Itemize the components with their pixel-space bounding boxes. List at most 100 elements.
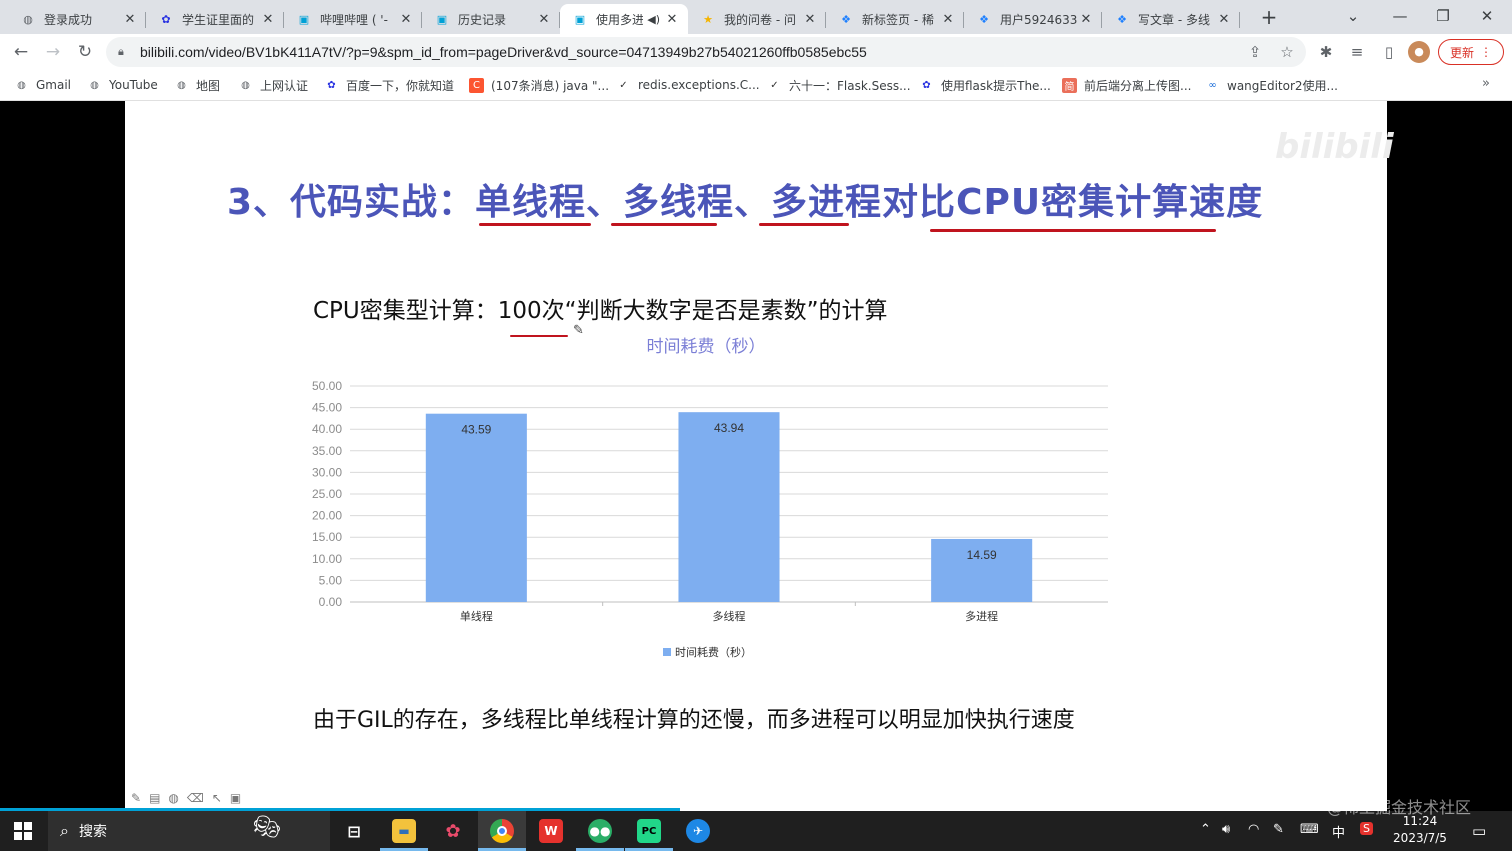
volume-icon[interactable]: 🔊︎: [1222, 822, 1230, 837]
close-tab-icon[interactable]: ✕: [260, 11, 276, 27]
notification-icon[interactable]: ▭: [1472, 822, 1486, 840]
bookmark-item[interactable]: ✿ 百度一下，你就知道: [324, 76, 454, 94]
bookmarks-bar: ◍ Gmail ◍ YouTube ◍ 地图 ◍ 上网认证 ✿ 百度一下，你就知道 C (107条消息…: [0, 70, 1512, 101]
bookmark-item[interactable]: ◍ 地图: [174, 76, 220, 94]
close-tab-icon[interactable]: ✕: [398, 11, 414, 27]
restore-button[interactable]: ❐: [1428, 4, 1458, 28]
profile-avatar[interactable]: ●: [1408, 41, 1430, 63]
y-tick-label: 40.00: [312, 422, 342, 436]
feishu-icon[interactable]: ✈: [686, 819, 710, 843]
slide-frame: bilibili 3、代码实战：单线程、多线程、多进程对比CPU密集计算速度 C…: [125, 101, 1394, 811]
slide-subtitle: CPU密集型计算：100次“判断大数字是否是素数”的计算: [313, 298, 888, 324]
network-icon[interactable]: ◠: [1248, 822, 1259, 837]
screen-tool-icon[interactable]: ▣: [230, 791, 241, 805]
data-label: 43.94: [714, 421, 744, 435]
close-tab-icon[interactable]: ✕: [1078, 11, 1094, 27]
pen-workspace-icon[interactable]: ✎: [1273, 822, 1284, 837]
baidu-paw-icon: ✿: [161, 12, 171, 26]
bookmarks-overflow-icon[interactable]: »: [1482, 76, 1490, 91]
browser-tab[interactable]: ❖ 用户5924633 ✕: [964, 4, 1102, 34]
globe-icon: ◍: [23, 12, 33, 26]
tab-separator: [1239, 12, 1240, 28]
audio-playing-icon[interactable]: ◀︎): [647, 13, 660, 26]
extensions-puzzle-icon[interactable]: ✱: [1314, 40, 1338, 64]
bookmark-item[interactable]: ◍ 上网认证: [238, 76, 308, 94]
bird-icon: ✓: [619, 79, 628, 91]
wps-icon[interactable]: W: [539, 819, 563, 843]
close-window-button[interactable]: ✕: [1472, 4, 1502, 28]
bookmark-item[interactable]: ✓ redis.exceptions.C...: [616, 76, 759, 94]
clock-date: 2023/7/5: [1393, 831, 1447, 845]
task-view-icon[interactable]: ⊟: [342, 819, 366, 843]
search-highlight-icon: 🎭︎: [253, 815, 281, 840]
pointer-tool-icon[interactable]: ↖: [212, 791, 222, 805]
bookmark-item[interactable]: ◍ YouTube: [87, 76, 158, 94]
close-tab-icon[interactable]: ✕: [802, 11, 818, 27]
tray-overflow-icon[interactable]: ⌃: [1200, 822, 1211, 837]
globe-icon: ◍: [90, 79, 99, 91]
paint-icon[interactable]: ✿: [441, 819, 465, 843]
x-category-label: 多线程: [713, 609, 746, 623]
chrome-icon[interactable]: [490, 819, 514, 843]
eraser-tool-icon[interactable]: ⌫: [187, 791, 204, 805]
x-category-label: 多进程: [965, 609, 998, 623]
ime-indicator[interactable]: 中: [1332, 822, 1345, 841]
bookmark-item[interactable]: ✿ 使用flask提示The...: [919, 76, 1051, 94]
y-tick-label: 20.00: [312, 509, 342, 523]
wechat-icon[interactable]: ●●: [588, 819, 612, 843]
infinity-icon: ∞: [1208, 79, 1217, 91]
close-tab-icon[interactable]: ✕: [122, 11, 138, 27]
browser-tab[interactable]: ✿ 学生证里面的 ✕: [146, 4, 284, 34]
bookmark-item[interactable]: 简前后端分离上传图...: [1062, 76, 1191, 94]
globe-icon: ◍: [177, 79, 186, 91]
legend-label: 时间耗费（秒）: [675, 645, 752, 659]
browser-tab[interactable]: ▣ 使用多进 ◀︎) ✕: [560, 4, 688, 34]
close-tab-icon[interactable]: ✕: [1216, 11, 1232, 27]
close-tab-icon[interactable]: ✕: [664, 11, 680, 27]
browser-tab[interactable]: ◍ 登录成功 ✕: [8, 4, 146, 34]
close-tab-icon[interactable]: ✕: [940, 11, 956, 27]
browser-tab[interactable]: ★ 我的问卷 - 问 ✕: [688, 4, 826, 34]
title-underline: [930, 229, 1216, 232]
address-bar[interactable]: 🔒︎ bilibili.com/video/BV1bK411A7tV/?p=9&…: [106, 37, 1306, 67]
close-tab-icon[interactable]: ✕: [536, 11, 552, 27]
update-button[interactable]: 更新 ⋮: [1438, 39, 1504, 65]
media-control-icon[interactable]: ≡: [1345, 40, 1369, 64]
globe-icon: ◍: [17, 79, 26, 91]
bookmark-item[interactable]: ✓ 六十一：Flask.Sess...: [767, 76, 910, 94]
back-button[interactable]: ←: [9, 40, 33, 64]
pycharm-icon[interactable]: PC: [637, 819, 661, 843]
browser-tab[interactable]: ❖ 写文章 - 多线 ✕: [1102, 4, 1240, 34]
sogou-icon[interactable]: S: [1360, 822, 1373, 835]
side-panel-icon[interactable]: ▯: [1377, 40, 1401, 64]
browser-tab[interactable]: ▣ 哔哩哔哩 ( '- ✕: [284, 4, 422, 34]
new-tab-button[interactable]: +: [1258, 7, 1280, 29]
pen-tool-icon[interactable]: ✎: [131, 791, 141, 805]
x-category-label: 单线程: [460, 609, 493, 623]
bookmark-label: 地图: [196, 78, 221, 93]
keyboard-icon[interactable]: ⌨: [1300, 822, 1319, 837]
bookmark-item[interactable]: ∞ wangEditor2使用...: [1205, 76, 1338, 94]
tab-title: 用户5924633: [1000, 12, 1078, 27]
forward-button[interactable]: →: [41, 40, 65, 64]
bookmark-item[interactable]: C (107条消息) java "...: [469, 76, 609, 94]
bookmark-star-icon[interactable]: ☆: [1275, 40, 1299, 64]
data-label: 43.59: [461, 423, 491, 437]
tab-title: 我的问卷 - 问: [724, 12, 796, 27]
reload-button[interactable]: ↻: [73, 40, 97, 64]
browser-tab[interactable]: ❖ 新标签页 - 稀 ✕: [826, 4, 964, 34]
windows-start-icon[interactable]: [14, 822, 32, 840]
notes-tool-icon[interactable]: ▤: [149, 791, 160, 805]
video-player[interactable]: bilibili 3、代码实战：单线程、多线程、多进程对比CPU密集计算速度 C…: [0, 101, 1512, 811]
bookmark-label: (107条消息) java "...: [491, 78, 610, 93]
file-explorer-icon[interactable]: ▬: [392, 819, 416, 843]
csdn-icon: C: [469, 77, 484, 93]
palette-tool-icon[interactable]: ◍: [168, 791, 178, 805]
browser-tab[interactable]: ▣ 历史记录 ✕: [422, 4, 560, 34]
system-clock[interactable]: 11:24 2023/7/5: [1385, 813, 1455, 847]
taskbar-search[interactable]: ⌕ 搜索 🎭︎: [48, 811, 330, 851]
bookmark-item[interactable]: ◍ Gmail: [14, 76, 71, 94]
minimize-button[interactable]: —: [1385, 4, 1415, 28]
share-icon[interactable]: ⇪: [1243, 40, 1267, 64]
tab-search-chevron-icon[interactable]: ⌄: [1338, 4, 1368, 28]
